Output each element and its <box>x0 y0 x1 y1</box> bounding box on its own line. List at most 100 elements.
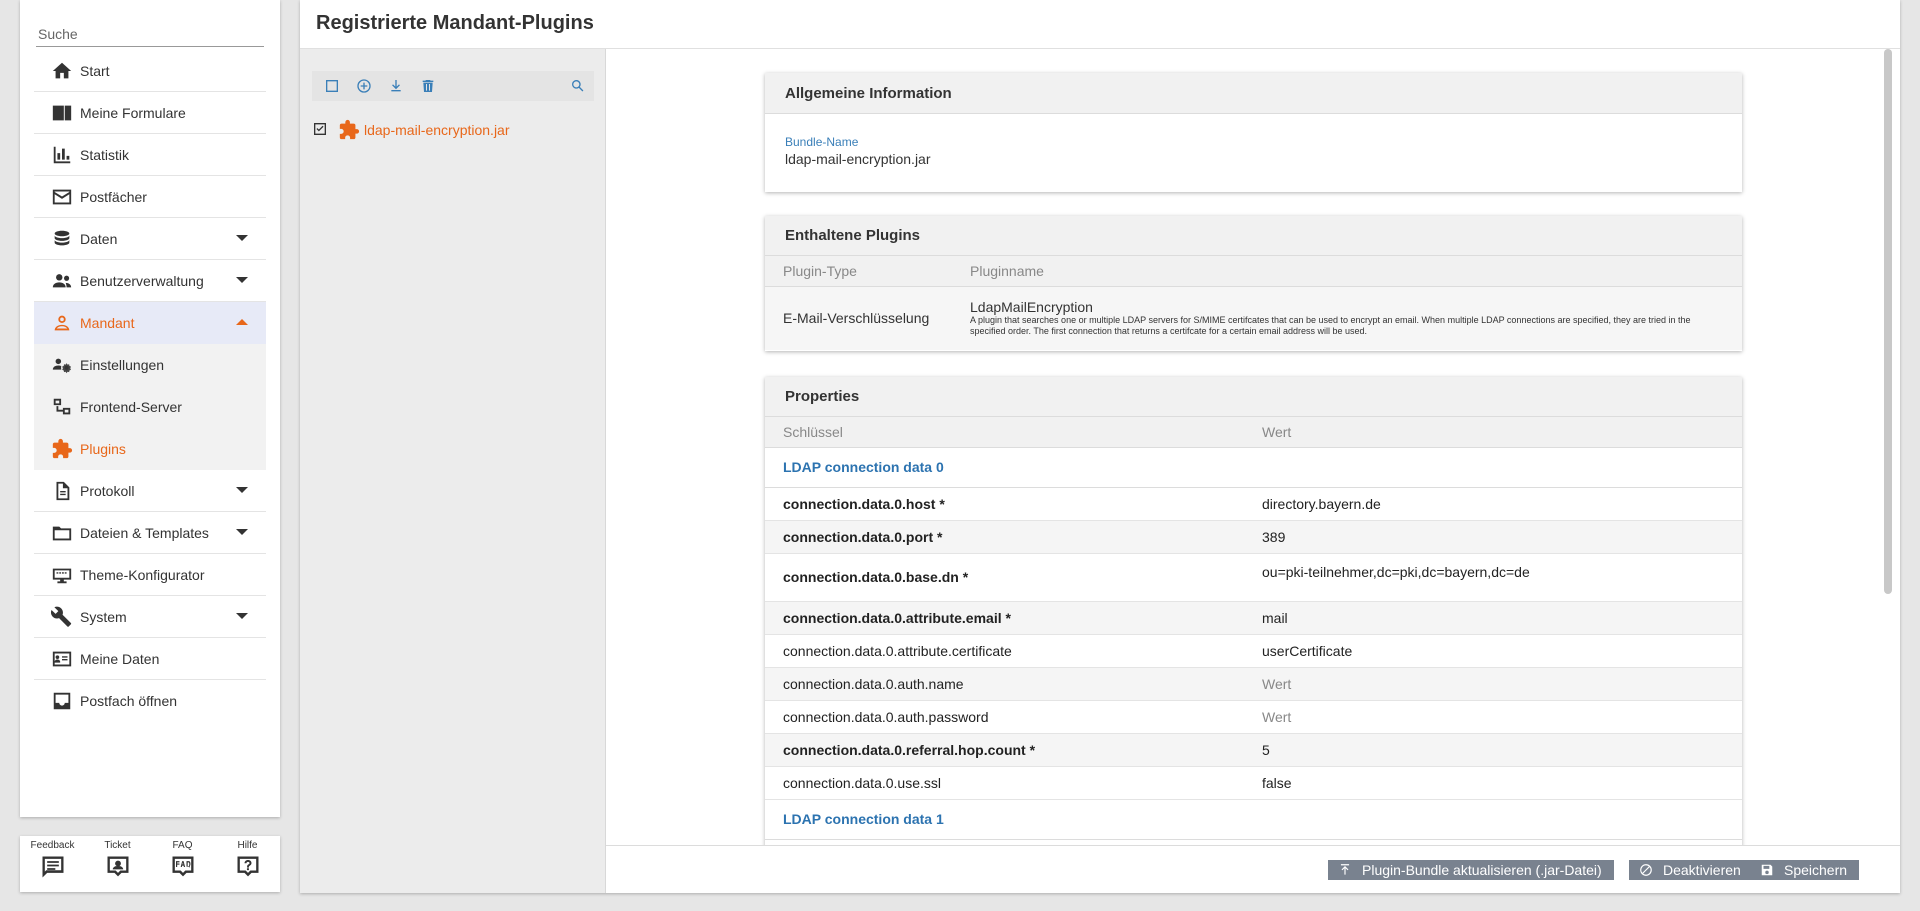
contained-plugins-card: Enthaltene Plugins Plugin-Type Pluginnam… <box>765 216 1742 351</box>
database-icon <box>50 227 74 251</box>
faq-button[interactable]: FAQ <box>155 840 211 881</box>
property-value[interactable]: Wert <box>1244 667 1742 701</box>
nav-item-label: Plugins <box>80 441 126 457</box>
add-circle-icon[interactable] <box>356 78 372 94</box>
property-value[interactable]: directory.bayern.de <box>1244 487 1742 521</box>
nav-item-theme-konfigurator[interactable]: Theme-Konfigurator <box>34 554 266 596</box>
ticket-button[interactable]: Ticket <box>90 840 146 881</box>
nav-item-dateien-templates[interactable]: Dateien & Templates <box>34 512 266 554</box>
list-item[interactable]: ldap-mail-encryption.jar <box>312 115 594 145</box>
property-key: connection.data.0.attribute.email * <box>765 601 1244 635</box>
puzzle-icon <box>338 119 360 141</box>
faq-icon <box>172 856 193 877</box>
nav-item-label: Protokoll <box>80 482 135 499</box>
search-input[interactable] <box>36 24 264 47</box>
nav-item-label: Theme-Konfigurator <box>80 566 205 583</box>
download-icon[interactable] <box>388 78 404 94</box>
nav-item-einstellungen[interactable]: Einstellungen <box>34 344 266 386</box>
chevron-down-icon <box>236 277 248 283</box>
feedback-button[interactable]: Feedback <box>25 840 81 881</box>
nav-item-postfach-oeffnen[interactable]: Postfach öffnen <box>34 680 266 722</box>
nav-item-system[interactable]: System <box>34 596 266 638</box>
block-icon <box>1640 864 1652 876</box>
hilfe-button[interactable]: Hilfe <box>220 840 276 881</box>
properties-card: Properties Schlüssel Wert LDAP connectio… <box>765 377 1742 845</box>
page-title: Registrierte Mandant-Plugins <box>316 12 594 34</box>
server-icon <box>50 395 74 419</box>
property-value[interactable]: mail <box>1244 601 1742 635</box>
nav-item-daten[interactable]: Daten <box>34 218 266 260</box>
faq-label: FAQ <box>172 840 193 851</box>
table-row: E-Mail-Verschlüsselung LdapMailEncryptio… <box>765 286 1742 350</box>
nav-item-meine-daten[interactable]: Meine Daten <box>34 638 266 680</box>
nav-item-label: Statistik <box>80 146 130 163</box>
checkbox-checked-icon[interactable] <box>312 121 328 140</box>
property-value[interactable]: userCertificate <box>1244 634 1742 668</box>
card-title: Allgemeine Information <box>765 73 1742 114</box>
table-row: connection.data.0.port * 389 <box>765 520 1742 554</box>
nav-item-meine-formulare[interactable]: Meine Formulare <box>34 92 266 134</box>
column-header: Wert <box>1244 417 1742 448</box>
search-wrap <box>36 24 264 47</box>
form-icon <box>50 101 74 125</box>
property-value[interactable]: false <box>1244 766 1742 800</box>
property-key: connection.data.0.auth.name <box>765 667 1244 701</box>
update-bundle-label: Plugin-Bundle aktualisieren (.jar-Datei) <box>1362 862 1602 878</box>
nav-item-label: Postfach öffnen <box>80 693 178 709</box>
plugin-cell: LdapMailEncryption A plugin that searche… <box>952 286 1742 350</box>
inbox-icon <box>50 689 74 713</box>
group-title: LDAP connection data 1 <box>765 799 1742 840</box>
plugin-list-pane: ldap-mail-encryption.jar <box>300 49 606 893</box>
scrollbar[interactable] <box>1884 49 1892 594</box>
group-title: LDAP connection data 0 <box>765 447 1742 488</box>
nav-item-plugins[interactable]: Plugins <box>34 428 266 470</box>
person-icon <box>50 311 74 335</box>
nav-item-start[interactable]: Start <box>34 50 266 92</box>
table-row: connection.data.0.attribute.email * mail <box>765 601 1742 635</box>
main-panel: Registrierte Mandant-Plugins ldap-mail-e… <box>300 0 1900 893</box>
nav-item-label: Einstellungen <box>80 357 165 373</box>
nav-item-mandant[interactable]: Mandant <box>34 302 266 344</box>
select-all-checkbox-icon[interactable] <box>324 78 340 94</box>
property-value[interactable]: 389 <box>1244 520 1742 554</box>
nav-item-label: Start <box>80 62 110 79</box>
general-info-card: Allgemeine Information Bundle-Name ldap-… <box>765 73 1742 192</box>
list-item-label: ldap-mail-encryption.jar <box>364 122 510 138</box>
table-header: Plugin-Type Pluginname <box>765 256 1742 287</box>
property-value[interactable]: 5 <box>1244 733 1742 767</box>
group-header: LDAP connection data 0 <box>765 447 1742 488</box>
nav-item-statistik[interactable]: Statistik <box>34 134 266 176</box>
table-row: connection.data.0.auth.name Wert <box>765 667 1742 701</box>
detail-pane: Allgemeine Information Bundle-Name ldap-… <box>606 49 1900 845</box>
property-value[interactable]: Wert <box>1244 700 1742 734</box>
nav-item-benutzerverwaltung[interactable]: Benutzerverwaltung <box>34 260 266 302</box>
table-row: connection.data.0.auth.password Wert <box>765 700 1742 734</box>
save-icon <box>1761 864 1773 876</box>
sidebar: Start Meine Formulare Statistik Postfäch… <box>20 0 280 817</box>
document-icon <box>50 479 74 503</box>
nav-item-label: Benutzerverwaltung <box>80 272 204 289</box>
plugin-description: A plugin that searches one or multiple L… <box>970 315 1691 337</box>
update-bundle-button[interactable]: Plugin-Bundle aktualisieren (.jar-Datei) <box>1328 860 1614 880</box>
property-value[interactable]: ou=pki-teilnehmer,dc=pki,dc=bayern,dc=de <box>1244 553 1742 602</box>
table-row: connection.data.0.base.dn * ou=pki-teiln… <box>765 553 1742 602</box>
search-icon[interactable] <box>570 78 586 94</box>
feedback-label: Feedback <box>30 840 75 851</box>
deactivate-button[interactable]: Deaktivieren <box>1629 860 1753 880</box>
property-key: connection.data.0.port * <box>765 520 1244 554</box>
id-card-icon <box>50 647 74 671</box>
users-settings-icon <box>50 353 74 377</box>
property-key: connection.data.0.use.ssl <box>765 766 1244 800</box>
nav-item-frontend-server[interactable]: Frontend-Server <box>34 386 266 428</box>
nav-item-protokoll[interactable]: Protokoll <box>34 470 266 512</box>
property-key: connection.data.0.attribute.certificate <box>765 634 1244 668</box>
column-header: Plugin-Type <box>765 256 952 287</box>
trash-icon[interactable] <box>420 78 436 94</box>
nav-item-postfaecher[interactable]: Postfächer <box>34 176 266 218</box>
bundle-name-label: Bundle-Name <box>785 135 859 149</box>
folder-icon <box>50 521 74 545</box>
nav-item-label: Dateien & Templates <box>80 524 209 541</box>
save-button[interactable]: Speichern <box>1750 860 1860 880</box>
group-header: LDAP connection data 1 <box>765 799 1742 840</box>
upload-icon <box>1340 864 1350 875</box>
